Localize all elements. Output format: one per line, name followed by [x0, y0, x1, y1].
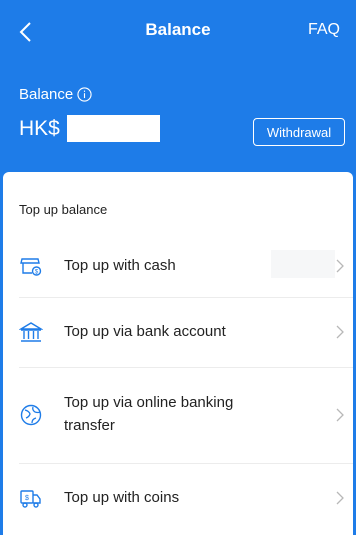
balance-amount-row: HK$ [19, 115, 160, 142]
topup-coins-label: Top up with coins [64, 489, 180, 506]
balance-header: Balance FAQ Balance HK$ Withdrawal [0, 0, 356, 172]
topup-bank-label: Top up via bank account [64, 323, 226, 340]
globe-transfer-icon [20, 404, 42, 426]
chevron-right-icon [336, 408, 344, 422]
topup-bank-item[interactable]: Top up via bank account [3, 298, 353, 366]
chevron-right-icon [336, 325, 344, 339]
topup-online-banking-label: Top up via online banking transfer [64, 394, 234, 434]
info-icon[interactable] [77, 87, 92, 102]
balance-label-row: Balance [19, 86, 92, 103]
cash-item-placeholder [271, 250, 335, 278]
coin-truck-icon: $ [20, 490, 41, 508]
balance-label: Balance [19, 86, 74, 103]
topup-cash-label: Top up with cash [64, 257, 176, 274]
bank-icon [19, 322, 43, 342]
cash-store-icon: $ [20, 258, 42, 276]
withdrawal-button[interactable]: Withdrawal [253, 118, 345, 146]
section-title: Top up balance [19, 202, 108, 217]
balance-value-mask [66, 115, 160, 142]
svg-text:$: $ [25, 495, 29, 502]
chevron-right-icon [336, 491, 344, 505]
faq-link[interactable]: FAQ [308, 21, 340, 39]
topup-card: Top up balance $ Top up with cash Top up… [3, 172, 353, 535]
chevron-right-icon [336, 259, 344, 273]
page-title: Balance [145, 20, 211, 39]
balance-currency: HK$ [19, 116, 60, 140]
topup-online-banking-item[interactable]: Top up via online banking transfer [3, 368, 353, 462]
topup-coins-item[interactable]: $ Top up with coins [3, 464, 353, 532]
nav-bar: Balance FAQ [0, 14, 356, 50]
